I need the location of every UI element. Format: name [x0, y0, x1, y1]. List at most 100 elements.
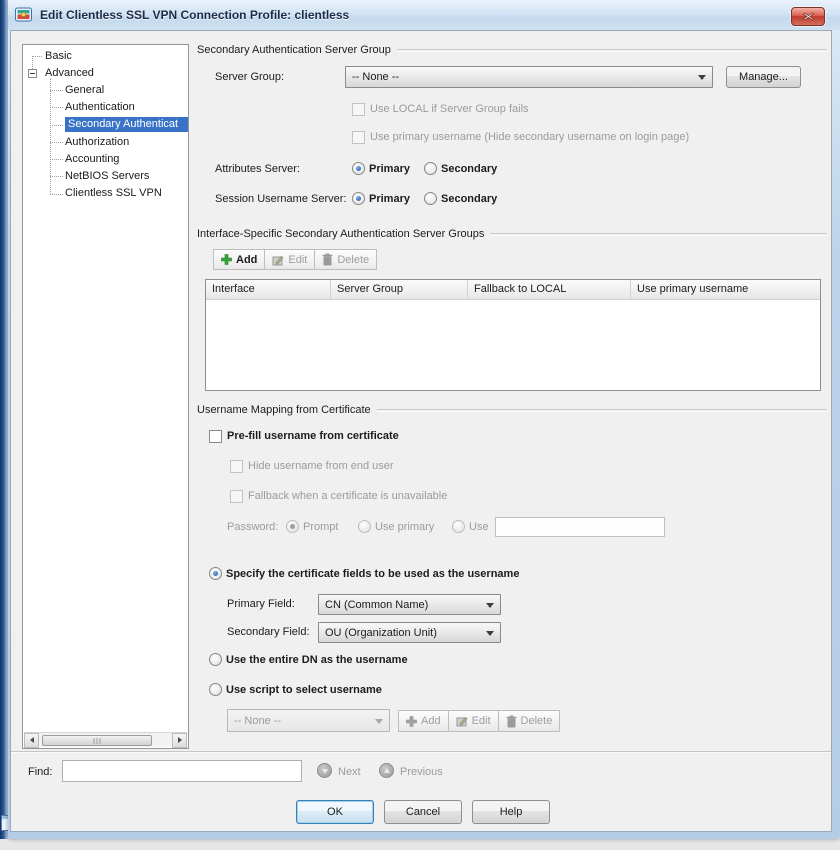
script-select-value: -- None -- [234, 715, 281, 727]
column-header-fallback[interactable]: Fallback to LOCAL [468, 280, 631, 299]
sidebar-item-general[interactable]: General [65, 83, 104, 98]
delete-button[interactable]: Delete [314, 249, 377, 270]
script-delete-button[interactable]: Delete [498, 710, 561, 732]
attributes-primary-label: Primary [369, 163, 410, 175]
find-previous-button[interactable] [379, 763, 394, 778]
hide-username-checkbox[interactable] [230, 460, 243, 473]
close-icon [803, 12, 814, 21]
use-script-label: Use script to select username [226, 684, 382, 696]
use-primary-username-label: Use primary username (Hide secondary use… [370, 131, 689, 143]
scroll-left-button[interactable] [24, 733, 39, 748]
secondary-field-label: Secondary Field: [227, 626, 310, 638]
edit-label: Edit [472, 715, 491, 727]
help-button[interactable]: Help [472, 800, 550, 824]
delete-label: Delete [337, 254, 369, 266]
server-group-select[interactable]: -- None -- [345, 66, 713, 88]
app-icon [15, 7, 32, 23]
delete-trash-icon [322, 253, 333, 266]
scroll-right-button[interactable] [172, 733, 187, 748]
script-add-button[interactable]: Add [398, 710, 449, 732]
password-use-primary-label: Use primary [375, 521, 434, 533]
interface-table-body[interactable] [206, 300, 820, 390]
manage-button[interactable]: Manage... [726, 66, 801, 88]
find-input[interactable] [62, 760, 302, 782]
add-plus-icon [406, 716, 417, 727]
attributes-primary-radio[interactable] [352, 162, 365, 175]
primary-field-label: Primary Field: [227, 598, 295, 610]
use-local-label: Use LOCAL if Server Group fails [370, 103, 529, 115]
secondary-field-select[interactable]: OU (Organization Unit) [318, 622, 501, 643]
prefill-username-checkbox[interactable] [209, 430, 222, 443]
edit-pencil-icon [272, 254, 284, 266]
script-edit-button[interactable]: Edit [448, 710, 499, 732]
entire-dn-label: Use the entire DN as the username [226, 654, 408, 666]
session-primary-radio[interactable] [352, 192, 365, 205]
password-prompt-radio[interactable] [286, 520, 299, 533]
username-mapping-header: Username Mapping from Certificate [197, 404, 827, 416]
group-title: Username Mapping from Certificate [197, 404, 371, 416]
secondary-auth-group-header: Secondary Authentication Server Group [197, 44, 827, 56]
delete-trash-icon [506, 715, 517, 728]
script-toolbar: Add Edit Delete [398, 710, 560, 732]
password-use-field[interactable] [495, 517, 665, 537]
attributes-secondary-radio[interactable] [424, 162, 437, 175]
specify-certificate-fields-radio[interactable] [209, 567, 222, 580]
attributes-secondary-label: Secondary [441, 163, 497, 175]
scrollbar-thumb[interactable] [42, 735, 152, 746]
find-previous-label: Previous [400, 766, 443, 778]
cancel-button[interactable]: Cancel [384, 800, 462, 824]
add-label: Add [236, 254, 257, 266]
primary-field-value: CN (Common Name) [325, 599, 428, 611]
script-select[interactable]: -- None -- [227, 709, 390, 732]
server-group-label: Server Group: [215, 71, 284, 83]
use-local-checkbox[interactable] [352, 103, 365, 116]
password-use-radio[interactable] [452, 520, 465, 533]
close-button[interactable] [791, 7, 825, 26]
prefill-username-label: Pre-fill username from certificate [227, 430, 399, 442]
ok-button[interactable]: OK [296, 800, 374, 824]
interface-table-toolbar: Add Edit Delete [213, 249, 377, 270]
password-use-label: Use [469, 521, 489, 533]
column-header-interface[interactable]: Interface [206, 280, 331, 299]
password-use-primary-radio[interactable] [358, 520, 371, 533]
column-header-use-primary[interactable]: Use primary username [631, 280, 820, 299]
scroll-right-icon [178, 737, 182, 743]
session-secondary-label: Secondary [441, 193, 497, 205]
entire-dn-radio[interactable] [209, 653, 222, 666]
add-button[interactable]: Add [213, 249, 265, 270]
session-username-server-label: Session Username Server: [215, 193, 346, 205]
interface-table-header: Interface Server Group Fallback to LOCAL… [206, 280, 820, 300]
scroll-left-icon [30, 737, 34, 743]
window-title: Edit Clientless SSL VPN Connection Profi… [40, 8, 349, 22]
advanced-expander-icon[interactable] [28, 69, 37, 78]
interface-table[interactable]: Interface Server Group Fallback to LOCAL… [205, 279, 821, 391]
find-next-button[interactable] [317, 763, 332, 778]
find-label: Find: [28, 766, 52, 778]
sidebar-item-netbios-servers[interactable]: NetBIOS Servers [65, 169, 149, 184]
tree-horizontal-scrollbar[interactable] [24, 732, 187, 747]
dropdown-arrow-icon [486, 603, 494, 608]
sidebar-item-accounting[interactable]: Accounting [65, 152, 119, 167]
dropdown-arrow-icon [486, 631, 494, 636]
edit-button[interactable]: Edit [264, 249, 315, 270]
add-label: Add [421, 715, 441, 727]
sidebar-item-clientless-ssl-vpn[interactable]: Clientless SSL VPN [65, 186, 162, 201]
scrollbar-grip-icon [94, 738, 101, 744]
title-bar[interactable]: Edit Clientless SSL VPN Connection Profi… [8, 0, 840, 30]
sidebar-item-authentication[interactable]: Authentication [65, 100, 135, 115]
find-separator [11, 751, 831, 753]
use-primary-username-checkbox[interactable] [352, 131, 365, 144]
sidebar-item-authorization[interactable]: Authorization [65, 135, 129, 150]
sidebar-item-basic[interactable]: Basic [45, 49, 72, 64]
dropdown-arrow-icon [375, 719, 383, 724]
sidebar-item-advanced[interactable]: Advanced [45, 66, 94, 81]
column-header-server-group[interactable]: Server Group [331, 280, 468, 299]
session-secondary-radio[interactable] [424, 192, 437, 205]
use-script-radio[interactable] [209, 683, 222, 696]
edit-label: Edit [288, 254, 307, 266]
password-prompt-label: Prompt [303, 521, 338, 533]
navigation-tree: Basic Advanced General Authentication Se… [22, 44, 189, 749]
sidebar-item-secondary-authentication[interactable]: Secondary Authenticat [65, 117, 188, 132]
primary-field-select[interactable]: CN (Common Name) [318, 594, 501, 615]
fallback-certificate-checkbox[interactable] [230, 490, 243, 503]
